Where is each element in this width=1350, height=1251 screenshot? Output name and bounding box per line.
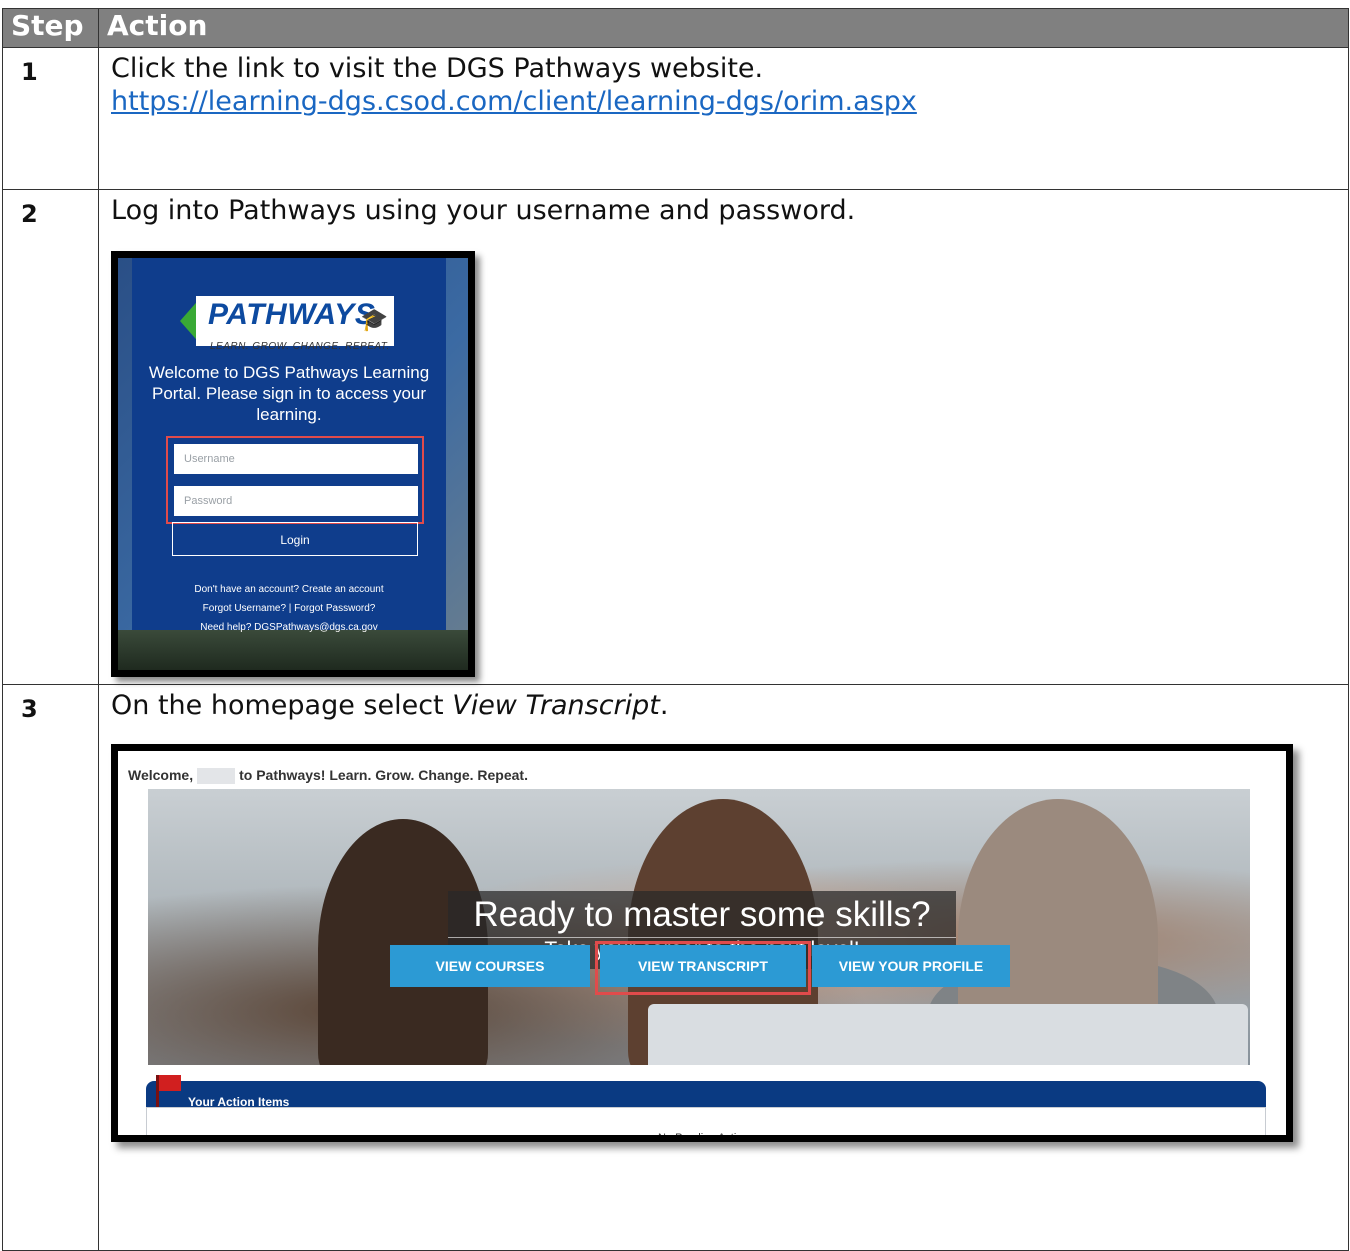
step-action: Log into Pathways using your username an…: [98, 189, 1349, 685]
step-number: 3: [2, 684, 99, 1251]
hero-banner: Ready to master some skills? Take your c…: [148, 789, 1250, 1065]
step-number: 1: [2, 47, 99, 190]
laptop: [648, 1004, 1248, 1065]
username-field[interactable]: Username: [174, 444, 418, 474]
login-screenshot: PATHWAYS 🎓 LEARN. GROW. CHANGE. REPEAT. …: [111, 251, 475, 677]
view-profile-button[interactable]: VIEW YOUR PROFILE: [812, 945, 1010, 987]
no-pending-actions: No Pending Actions: [657, 1132, 754, 1142]
logo-tagline: LEARN. GROW. CHANGE. REPEAT.: [210, 341, 390, 352]
steps-table: Step Action 1 Click the link to visit th…: [2, 8, 1349, 1251]
step-number: 2: [2, 189, 99, 685]
pathways-link[interactable]: https://learning-dgs.csod.com/client/lea…: [111, 86, 917, 117]
login-welcome-text: Welcome to DGS Pathways Learning Portal.…: [148, 363, 430, 424]
red-flag-icon: [156, 1075, 181, 1107]
help-link[interactable]: Need help? DGSPathways@dgs.ca.gov: [132, 611, 446, 644]
table-row: 3 On the homepage select View Transcript…: [2, 684, 1349, 1251]
login-button[interactable]: Login: [172, 522, 418, 556]
table-row: 1 Click the link to visit the DGS Pathwa…: [2, 47, 1349, 190]
action-items-body: No Pending Actions: [146, 1107, 1266, 1142]
table-header-row: Step Action: [2, 8, 1349, 48]
header-action: Action: [98, 8, 1349, 48]
hero-headline: Ready to master some skills?: [473, 895, 931, 934]
home-welcome: Welcome, to Pathways! Learn. Grow. Change…: [128, 767, 528, 785]
action-items-header: Your Action Items: [146, 1075, 1266, 1109]
redacted-name: [197, 768, 236, 785]
table-row: 2 Log into Pathways using your username …: [2, 189, 1349, 685]
transcript-highlight: [595, 941, 811, 995]
step-action: Click the link to visit the DGS Pathways…: [98, 47, 1349, 190]
password-field[interactable]: Password: [174, 486, 418, 516]
pathways-logo: PATHWAYS 🎓 LEARN. GROW. CHANGE. REPEAT.: [180, 296, 394, 352]
step-text: Log into Pathways using your username an…: [111, 195, 856, 226]
step-text: On the homepage select View Transcript.: [111, 690, 669, 721]
logo-word: PATHWAYS: [208, 298, 376, 331]
step-action: On the homepage select View Transcript. …: [98, 684, 1349, 1251]
header-step: Step: [2, 8, 99, 48]
homepage-screenshot: Welcome, to Pathways! Learn. Grow. Change…: [111, 744, 1293, 1142]
step-text: Click the link to visit the DGS Pathways…: [111, 53, 764, 84]
view-courses-button[interactable]: VIEW COURSES: [390, 945, 590, 987]
